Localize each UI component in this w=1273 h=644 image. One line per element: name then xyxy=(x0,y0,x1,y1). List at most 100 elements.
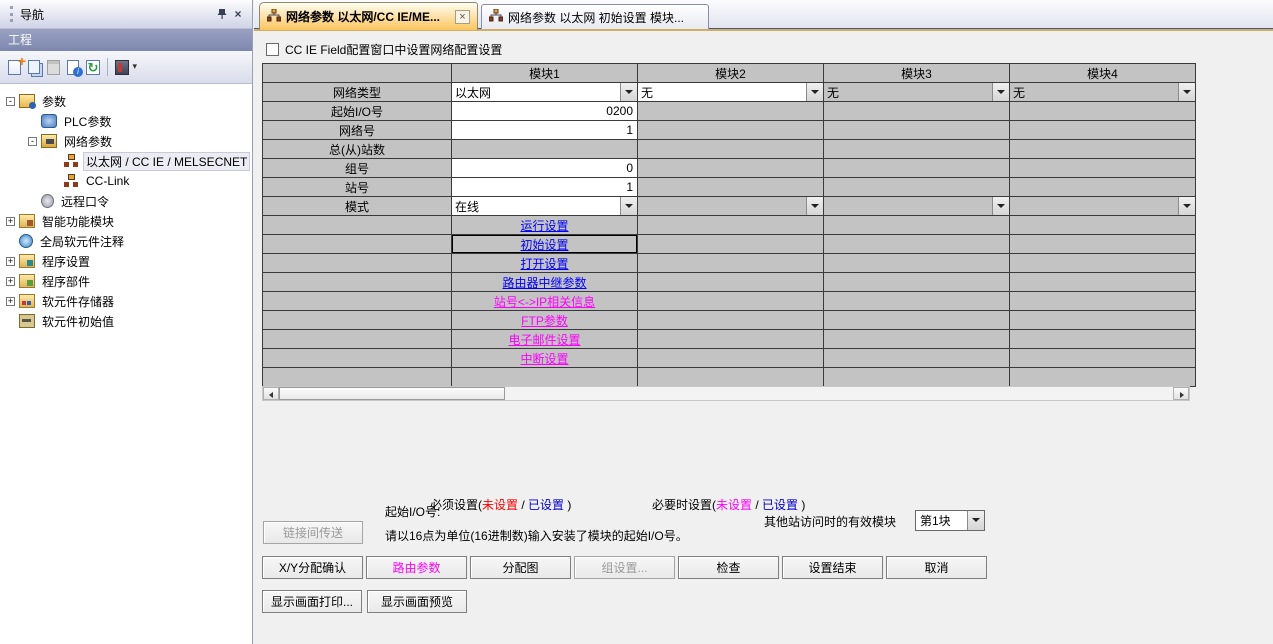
tree-item[interactable]: +智能功能模块 xyxy=(0,211,252,231)
empty-cell xyxy=(824,235,1009,253)
value-cell[interactable]: 0 xyxy=(452,159,637,177)
tree-indent xyxy=(50,157,59,166)
empty-cell xyxy=(1010,254,1195,272)
settings-link[interactable]: 初始设置 xyxy=(520,236,568,253)
dropdown-arrow-icon[interactable] xyxy=(967,511,984,530)
tree-item[interactable]: -网络参数 xyxy=(0,131,252,151)
dropdown-arrow-icon[interactable] xyxy=(620,197,637,215)
tree-item[interactable]: PLC参数 xyxy=(0,111,252,131)
tree-item[interactable]: 远程口令 xyxy=(0,191,252,211)
new-item-icon[interactable] xyxy=(8,60,21,75)
tab-close-icon[interactable]: × xyxy=(455,10,470,24)
tab-network-param-initial-setting[interactable]: 网络参数 以太网 初始设置 模块... xyxy=(481,4,709,29)
refresh-icon[interactable] xyxy=(86,60,100,75)
tree-item[interactable]: 软元件初始值 xyxy=(0,311,252,331)
empty-cell xyxy=(638,102,823,120)
dropdown-cell[interactable]: 在线 xyxy=(452,197,637,215)
action-button[interactable]: 检查 xyxy=(678,556,779,579)
value-cell[interactable]: 1 xyxy=(452,121,637,139)
dropdown-arrow-icon[interactable] xyxy=(992,197,1009,215)
empty-cell xyxy=(1010,178,1195,196)
dropdown-value: 无 xyxy=(638,84,806,101)
row-header-cell xyxy=(263,330,451,348)
empty-cell xyxy=(1010,273,1195,291)
action-button[interactable]: 路由参数 xyxy=(366,556,467,579)
scrollbar-thumb[interactable] xyxy=(279,387,505,400)
link-cell: 运行设置 xyxy=(452,216,637,234)
dropdown-cell[interactable]: 无 xyxy=(824,83,1009,101)
dropdown-cell[interactable]: 以太网 xyxy=(452,83,637,101)
dropdown-arrow-icon[interactable] xyxy=(620,83,637,101)
program-parts-icon xyxy=(19,274,35,288)
ccie-field-config-checkbox[interactable] xyxy=(266,43,279,56)
display-button[interactable]: 显示画面预览 xyxy=(367,590,467,613)
settings-link[interactable]: FTP参数 xyxy=(521,312,568,329)
dropdown-cell[interactable] xyxy=(1010,197,1195,215)
row-header-cell xyxy=(263,273,451,291)
action-button[interactable]: 取消 xyxy=(886,556,987,579)
row-header-cell xyxy=(263,311,451,329)
collapse-icon[interactable]: - xyxy=(28,137,37,146)
scroll-left-icon[interactable] xyxy=(263,387,279,400)
action-button[interactable]: 设置结束 xyxy=(782,556,883,579)
settings-link[interactable]: 电子邮件设置 xyxy=(508,331,580,348)
tree-item[interactable]: +程序设置 xyxy=(0,251,252,271)
project-tree: -参数PLC参数-网络参数以太网 / CC IE / MELSECNETCC-L… xyxy=(0,84,252,331)
valid-module-dropdown[interactable]: 第1块 xyxy=(915,510,985,531)
collapse-icon[interactable]: - xyxy=(6,97,15,106)
tree-item-label: 软元件初始值 xyxy=(39,312,117,331)
dropdown-arrow-icon[interactable] xyxy=(992,83,1009,101)
empty-cell xyxy=(638,216,823,234)
dropdown-cell[interactable] xyxy=(824,197,1009,215)
action-button[interactable]: 组设置... xyxy=(574,556,675,579)
dropdown-cell[interactable]: 无 xyxy=(1010,83,1195,101)
row-header-cell: 模式 xyxy=(263,197,451,215)
paste-icon[interactable] xyxy=(47,60,60,75)
display-button[interactable]: 显示画面打印... xyxy=(262,590,362,613)
tree-item[interactable]: +程序部件 xyxy=(0,271,252,291)
empty-cell xyxy=(638,273,823,291)
expand-icon[interactable]: + xyxy=(6,277,15,286)
settings-link[interactable]: 运行设置 xyxy=(520,217,568,234)
pin-icon[interactable] xyxy=(214,7,230,22)
settings-link[interactable]: 中断设置 xyxy=(520,350,568,367)
tree-item[interactable]: 以太网 / CC IE / MELSECNET xyxy=(0,151,252,171)
settings-link[interactable]: 路由器中继参数 xyxy=(502,274,586,291)
empty-cell xyxy=(638,159,823,177)
row-header-cell: 起始I/O号 xyxy=(263,102,451,120)
value-cell[interactable]: 1 xyxy=(452,178,637,196)
dropdown-arrow-icon[interactable] xyxy=(1178,197,1195,215)
tab-network-param-ethernet[interactable]: 网络参数 以太网/CC IE/ME... × xyxy=(259,2,478,30)
tree-item[interactable]: + 软元件存储器 xyxy=(0,291,252,311)
settings-link[interactable]: 打开设置 xyxy=(520,255,568,272)
dropdown-arrow-icon[interactable] xyxy=(1178,83,1195,101)
program-setting-icon xyxy=(19,254,35,268)
dropdown-cell[interactable]: 无 xyxy=(638,83,823,101)
action-button[interactable]: 分配图 xyxy=(470,556,571,579)
expand-icon[interactable]: + xyxy=(6,257,15,266)
action-button[interactable]: X/Y分配确认 xyxy=(262,556,363,579)
scroll-right-icon[interactable] xyxy=(1173,387,1189,400)
property-icon[interactable] xyxy=(67,60,79,75)
tree-item[interactable]: CC-Link xyxy=(0,171,252,191)
expand-icon[interactable]: + xyxy=(6,297,15,306)
copy-icon[interactable] xyxy=(28,60,40,74)
value-cell[interactable]: 0200 xyxy=(452,102,637,120)
close-icon[interactable]: × xyxy=(230,7,246,22)
expand-icon[interactable]: + xyxy=(6,217,15,226)
intelligent-module-icon xyxy=(19,214,35,228)
tree-item-label: 软元件存储器 xyxy=(39,292,117,311)
module-filter-icon[interactable] xyxy=(115,60,129,75)
drag-grip-icon[interactable] xyxy=(10,6,13,22)
settings-link[interactable]: 站号<->IP相关信息 xyxy=(494,293,595,310)
link-transfer-button[interactable]: 链接间传送 xyxy=(263,521,363,544)
empty-cell xyxy=(1010,216,1195,234)
dropdown-arrow-icon[interactable] xyxy=(806,197,823,215)
dropdown-arrow-icon[interactable] xyxy=(806,83,823,101)
tree-item[interactable]: 全局软元件注释 xyxy=(0,231,252,251)
tree-item[interactable]: -参数 xyxy=(0,91,252,111)
dropdown-cell[interactable] xyxy=(638,197,823,215)
horizontal-scrollbar[interactable] xyxy=(262,386,1190,401)
empty-cell xyxy=(638,235,823,253)
device-initial-icon xyxy=(19,314,35,328)
